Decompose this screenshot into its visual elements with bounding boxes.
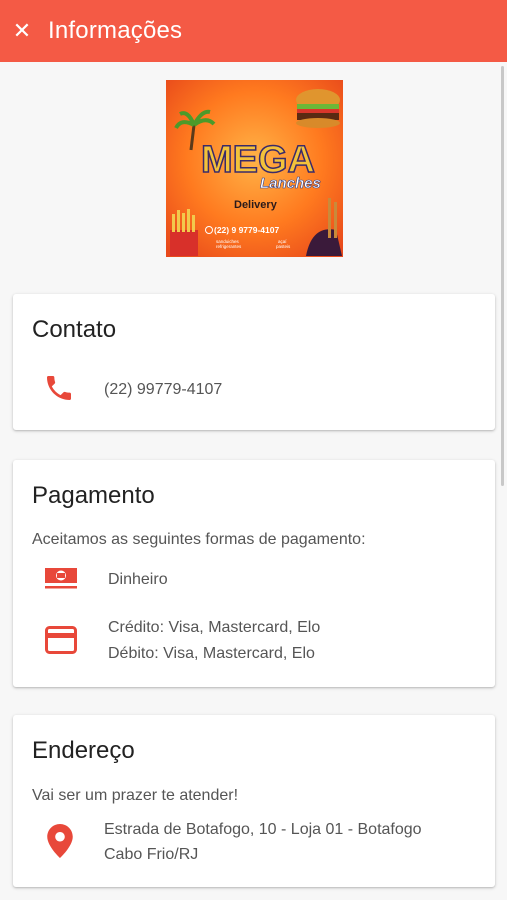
contact-card: Contato (22) 99779-4107: [13, 294, 495, 430]
payment-cash: Dinheiro: [108, 571, 168, 588]
address-line1[interactable]: Estrada de Botafogo, 10 - Loja 01 - Bota…: [104, 817, 422, 843]
payment-intro: Aceitamos as seguintes formas de pagamen…: [32, 531, 366, 548]
cash-icon: [44, 566, 78, 597]
payment-title: Pagamento: [32, 482, 155, 509]
contact-title: Contato: [32, 316, 117, 343]
address-title: Endereço: [32, 737, 135, 764]
address-intro: Vai ser um prazer te atender!: [32, 787, 239, 804]
credit-card-icon: [45, 626, 77, 659]
payment-credit: Crédito: Visa, Mastercard, Elo: [108, 619, 321, 636]
contact-phone[interactable]: (22) 99779-4107: [104, 377, 222, 403]
payment-debit: Débito: Visa, Mastercard, Elo: [108, 645, 315, 662]
close-icon: ✕: [12, 18, 32, 43]
store-logo: MEGA Lanches Delivery (22) 9 9779-4107 s…: [166, 80, 343, 257]
payment-card: Pagamento Aceitamos as seguintes formas …: [13, 460, 495, 687]
phone-icon[interactable]: [43, 372, 75, 409]
location-pin-icon[interactable]: [47, 824, 73, 863]
logo-brand-sub: Lanches: [260, 175, 321, 192]
svg-text:refrigerantes: refrigerantes: [216, 244, 242, 249]
logo-tagline: Delivery: [234, 199, 278, 211]
svg-text:pasteis: pasteis: [276, 244, 291, 249]
close-button[interactable]: ✕: [0, 0, 44, 62]
address-line2[interactable]: Cabo Frio/RJ: [104, 842, 198, 868]
scrollbar[interactable]: [501, 66, 504, 486]
logo-phone: (22) 9 9779-4107: [214, 225, 279, 235]
address-card: Endereço Vai ser um prazer te atender! E…: [13, 715, 495, 887]
page-title: Informações: [48, 17, 183, 44]
app-bar: ✕ Informações: [0, 0, 507, 62]
